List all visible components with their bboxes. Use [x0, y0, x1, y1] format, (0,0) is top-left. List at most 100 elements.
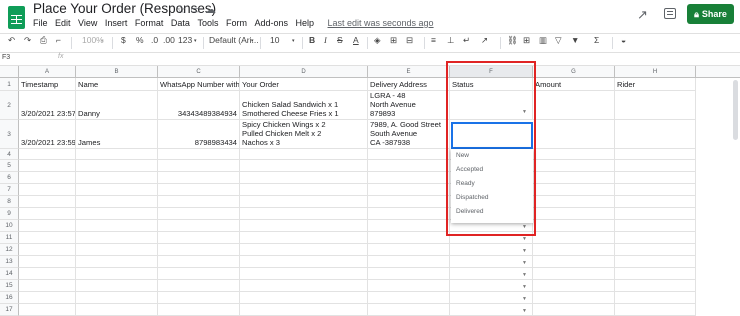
merge-cells-icon[interactable]: ⊟ — [406, 35, 413, 46]
empty-cell[interactable] — [533, 172, 615, 184]
cell-c2[interactable]: 34343489384934 — [158, 91, 240, 120]
cell-reference[interactable]: F3 — [2, 54, 10, 61]
empty-cell[interactable] — [240, 280, 368, 292]
empty-cell[interactable] — [158, 184, 240, 196]
row-header[interactable]: 8 — [0, 196, 19, 208]
row-header[interactable]: 9 — [0, 208, 19, 220]
empty-cell[interactable] — [368, 208, 450, 220]
explore-icon[interactable]: ◒ — [621, 35, 626, 45]
move-folder-icon[interactable]: ▭ — [190, 3, 200, 16]
filter-views-icon[interactable]: ▼ — [571, 35, 579, 45]
menu-help[interactable]: Help — [295, 18, 314, 28]
insert-chart-icon[interactable]: ▥ — [539, 35, 547, 46]
menu-file[interactable]: File — [33, 18, 48, 28]
menu-data[interactable]: Data — [171, 18, 190, 28]
empty-cell[interactable] — [158, 196, 240, 208]
insert-link-icon[interactable]: ⛓ — [507, 35, 518, 46]
dropdown-arrow-icon[interactable]: ▼ — [522, 295, 527, 303]
text-wrap-icon[interactable]: ↵ — [463, 35, 470, 46]
empty-cell[interactable] — [615, 196, 696, 208]
cell-a3[interactable]: 3/20/2021 23:59:44 — [19, 120, 76, 149]
empty-cell[interactable] — [76, 304, 158, 316]
cell-c1[interactable]: WhatsApp Number with Country Code — [158, 78, 240, 91]
menu-insert[interactable]: Insert — [105, 18, 128, 28]
column-header-d[interactable]: D — [240, 66, 368, 78]
column-header-g[interactable]: G — [533, 66, 615, 78]
empty-cell[interactable] — [19, 304, 76, 316]
menu-form[interactable]: Form — [226, 18, 247, 28]
row-header[interactable]: 1 — [0, 78, 19, 91]
empty-cell[interactable] — [533, 304, 615, 316]
row-header[interactable]: 2 — [0, 91, 19, 120]
cell-e3[interactable]: 7989, A. Good Street South Avenue CA -38… — [368, 120, 450, 149]
row-header[interactable]: 6 — [0, 172, 19, 184]
empty-cell[interactable] — [76, 256, 158, 268]
cell-h2[interactable] — [615, 91, 696, 120]
empty-cell[interactable] — [158, 280, 240, 292]
column-header-c[interactable]: C — [158, 66, 240, 78]
share-button[interactable]: 🔒︎ Share — [687, 4, 734, 24]
vertical-align-icon[interactable]: ⊥ — [447, 35, 454, 46]
empty-cell[interactable] — [533, 196, 615, 208]
menu-addons[interactable]: Add-ons — [254, 18, 288, 28]
filter-icon[interactable]: ▽ — [555, 35, 562, 46]
empty-cell[interactable] — [19, 220, 76, 232]
empty-cell[interactable] — [158, 160, 240, 172]
empty-cell[interactable] — [615, 244, 696, 256]
empty-cell[interactable] — [240, 172, 368, 184]
empty-cell[interactable] — [368, 280, 450, 292]
fill-color-icon[interactable]: ◈ — [374, 35, 381, 46]
empty-cell[interactable] — [76, 232, 158, 244]
empty-cell[interactable] — [368, 220, 450, 232]
horizontal-align-icon[interactable]: ≡ — [431, 35, 436, 45]
star-icon[interactable]: ☆ — [176, 3, 186, 16]
cell-b1[interactable]: Name — [76, 78, 158, 91]
vertical-scrollbar[interactable] — [733, 80, 738, 140]
empty-cell[interactable] — [615, 280, 696, 292]
row-header[interactable]: 14 — [0, 268, 19, 280]
redo-icon[interactable]: ↷ — [24, 35, 31, 46]
empty-cell[interactable] — [533, 280, 615, 292]
borders-icon[interactable]: ⊞ — [390, 35, 397, 46]
empty-cell[interactable] — [368, 244, 450, 256]
menu-edit[interactable]: Edit — [55, 18, 71, 28]
percent-format-button[interactable]: % — [136, 35, 144, 45]
empty-cell[interactable]: ▼ — [450, 304, 533, 316]
cell-g2[interactable] — [533, 91, 615, 120]
undo-icon[interactable]: ↶ — [8, 35, 15, 46]
insert-comment-icon[interactable]: ⊞ — [523, 35, 530, 46]
empty-cell[interactable] — [158, 232, 240, 244]
empty-cell[interactable] — [76, 160, 158, 172]
cell-d3[interactable]: Spicy Chicken Wings x 2 Pulled Chicken M… — [240, 120, 368, 149]
empty-cell[interactable] — [368, 256, 450, 268]
activity-trend-icon[interactable]: ↗ — [637, 7, 648, 23]
empty-cell[interactable] — [615, 172, 696, 184]
empty-cell[interactable] — [368, 184, 450, 196]
cell-b2[interactable]: Danny — [76, 91, 158, 120]
empty-cell[interactable] — [158, 268, 240, 280]
empty-cell[interactable] — [240, 292, 368, 304]
empty-cell[interactable] — [533, 149, 615, 160]
dropdown-arrow-icon[interactable]: ▼ — [522, 283, 527, 291]
empty-cell[interactable] — [19, 172, 76, 184]
last-edit-link[interactable]: Last edit was seconds ago — [328, 18, 434, 28]
dropdown-arrow-icon[interactable]: ▼ — [522, 235, 527, 243]
empty-cell[interactable] — [533, 220, 615, 232]
empty-cell[interactable] — [240, 196, 368, 208]
empty-cell[interactable] — [533, 208, 615, 220]
empty-cell[interactable] — [240, 184, 368, 196]
empty-cell[interactable] — [533, 268, 615, 280]
empty-cell[interactable]: ▼ — [450, 268, 533, 280]
row-header[interactable]: 10 — [0, 220, 19, 232]
empty-cell[interactable] — [533, 184, 615, 196]
empty-cell[interactable] — [76, 208, 158, 220]
empty-cell[interactable] — [158, 256, 240, 268]
cell-h3[interactable] — [615, 120, 696, 149]
empty-cell[interactable] — [615, 292, 696, 304]
empty-cell[interactable] — [19, 160, 76, 172]
sheets-logo[interactable] — [8, 6, 25, 29]
empty-cell[interactable] — [76, 220, 158, 232]
print-icon[interactable]: ⎙ — [40, 35, 47, 46]
empty-cell[interactable] — [533, 244, 615, 256]
paint-format-icon[interactable]: ⌐ — [56, 35, 61, 45]
